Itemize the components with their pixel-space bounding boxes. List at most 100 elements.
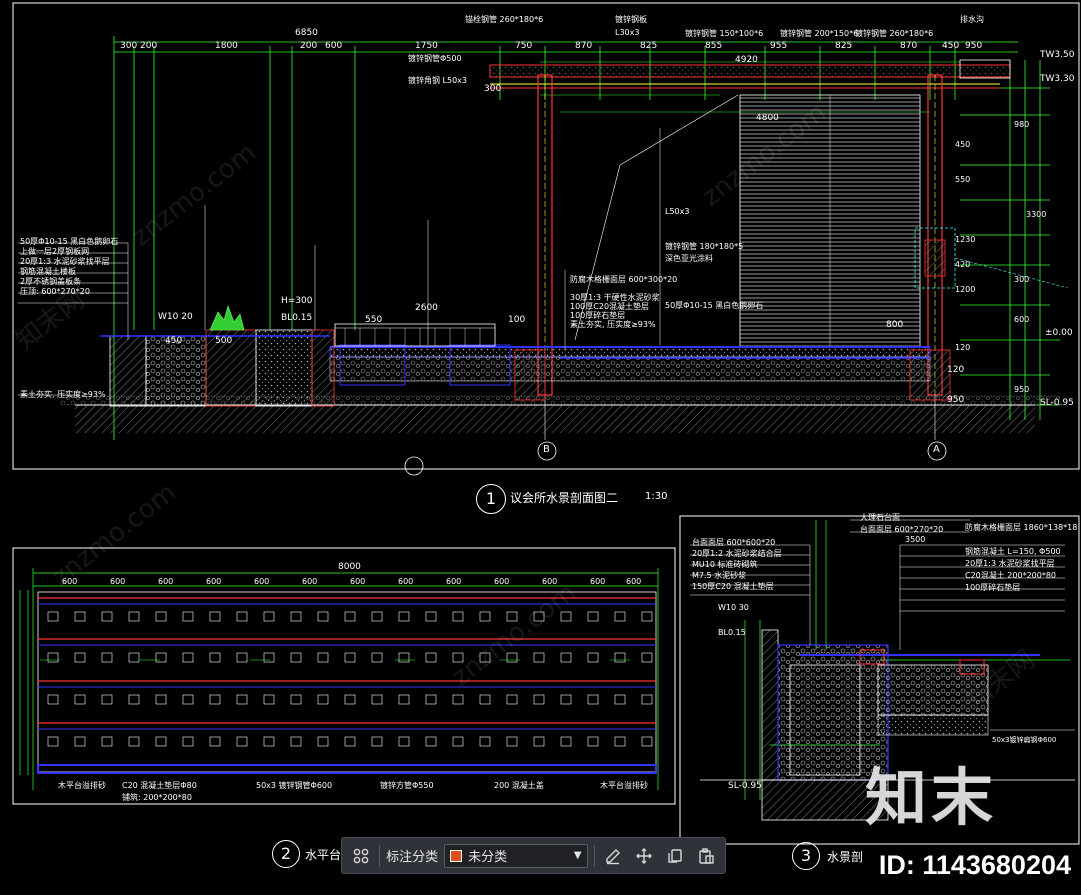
plan-block (290, 736, 302, 747)
plan-block (182, 736, 194, 747)
misc-label: 3500 (905, 535, 926, 544)
plan-block (425, 611, 437, 622)
note-top: 镀锌钢管 200*150*6 (780, 29, 859, 38)
dim-label: 600 (350, 577, 366, 586)
plan-block (533, 694, 545, 705)
plan-block (560, 736, 572, 747)
plan-block (317, 611, 329, 622)
plan-block (74, 611, 86, 622)
plan-block (641, 652, 653, 663)
plan-block (47, 611, 59, 622)
annotation-toolbar: 标注分类 未分类 ▼ (341, 837, 726, 874)
plan-block (533, 652, 545, 663)
dim-label: 600 (1014, 315, 1030, 324)
elevation-tag: SL-0.95 (728, 781, 762, 791)
note-detail3-left: MU10 标准砖砌筑 (692, 560, 758, 569)
dim-label: 600 (446, 577, 462, 586)
chevron-down-icon: ▼ (573, 850, 582, 861)
plan-block (290, 652, 302, 663)
plan-block (290, 694, 302, 705)
misc-label: W10 20 (158, 312, 193, 322)
plan-block (182, 652, 194, 663)
plan-block (128, 652, 140, 663)
grid-icon[interactable] (348, 843, 373, 869)
dim-label: 870 (900, 41, 918, 51)
misc-label: 4800 (756, 113, 779, 123)
plan-block (641, 694, 653, 705)
dim-label: 600 (325, 41, 343, 51)
plan-block (209, 652, 221, 663)
grid-mark: A (933, 444, 940, 455)
note-detail3: 钢筋混凝土 L=150, Φ500 (965, 547, 1061, 556)
copy-icon[interactable] (663, 843, 688, 869)
plan-block (263, 611, 275, 622)
misc-label: 950 (947, 395, 965, 405)
dim-label: 600 (110, 577, 126, 586)
misc-label: BL0.15 (281, 313, 313, 323)
plan-block (47, 652, 59, 663)
detail-2-number: 2 (272, 840, 300, 868)
dim-label: 855 (705, 41, 723, 51)
dim-label: 870 (575, 41, 593, 51)
note-detail3: 100厚碎石垫层 (965, 583, 1021, 592)
dim-label: 420 (955, 260, 971, 269)
category-select[interactable]: 未分类 ▼ (444, 843, 588, 868)
category-label: 标注分类 (386, 850, 439, 865)
misc-label: 2600 (415, 303, 438, 313)
plan-block (317, 736, 329, 747)
dim-label: 950 (1014, 385, 1030, 394)
plan-block (344, 736, 356, 747)
detail-3-title: 水景剖 (827, 850, 864, 864)
note-left: 素土夯实, 压实度≥93% (20, 390, 106, 399)
paste-icon[interactable] (694, 843, 719, 869)
plan-block (587, 694, 599, 705)
dim-label: 450 (955, 140, 971, 149)
note-center: 50厚Φ10-15 黑白色鹅卵石 (665, 301, 764, 310)
detail-1-title: 议会所水景剖面图二 (510, 491, 619, 505)
plan-block (506, 694, 518, 705)
dim-label: 955 (770, 41, 788, 51)
dim-label: 1750 (415, 41, 438, 51)
note-top: L30x3 (615, 28, 640, 37)
plan-block (587, 652, 599, 663)
plan-block (641, 736, 653, 747)
dim-label: 600 (302, 577, 318, 586)
edit-icon[interactable] (601, 843, 626, 869)
dim-label: 825 (835, 41, 853, 51)
elevation-tag: ±0.00 (1045, 328, 1073, 338)
toolbar-divider (593, 844, 595, 867)
plan-note: 铺筑: 200*200*80 (122, 793, 192, 802)
plan-block (614, 736, 626, 747)
plan-block (155, 611, 167, 622)
elevation-tag: TW3.30 (1040, 74, 1075, 84)
detail-1-scale: 1:30 (645, 491, 668, 502)
plan-block (128, 736, 140, 747)
plan-dimension: 8000 (338, 562, 361, 572)
dim-label: 750 (515, 41, 533, 51)
plan-block (101, 736, 113, 747)
plan-block (398, 611, 410, 622)
plan-block (74, 736, 86, 747)
plan-block (560, 694, 572, 705)
misc-label: 100 (508, 315, 526, 325)
plan-block (398, 736, 410, 747)
misc-label: 300 (484, 84, 502, 94)
move-icon[interactable] (632, 843, 657, 869)
plan-block (452, 736, 464, 747)
dim-label: 1230 (955, 235, 976, 244)
plan-block (263, 652, 275, 663)
elevation-tag: SL-0.95 (1040, 398, 1074, 408)
dim-label: 3300 (1026, 210, 1047, 219)
plan-block (209, 694, 221, 705)
note-detail3-left: 台面面层 600*600*20 (692, 538, 776, 547)
plan-block (398, 652, 410, 663)
note-detail3: 防腐木格栅面层 1860*138*18 (965, 523, 1078, 532)
note-detail3: 20厚1:3 水泥砂浆找平层 (965, 559, 1055, 568)
note-detail3: 大理石台面 (860, 513, 900, 522)
elevation-tag: TW3.50 (1040, 50, 1075, 60)
plan-block (47, 694, 59, 705)
plan-note: 50x3 镀锌钢管Φ600 (256, 781, 333, 790)
plan-block (479, 611, 491, 622)
plan-block (587, 736, 599, 747)
note-detail3: C20混凝土 200*200*80 (965, 571, 1057, 580)
